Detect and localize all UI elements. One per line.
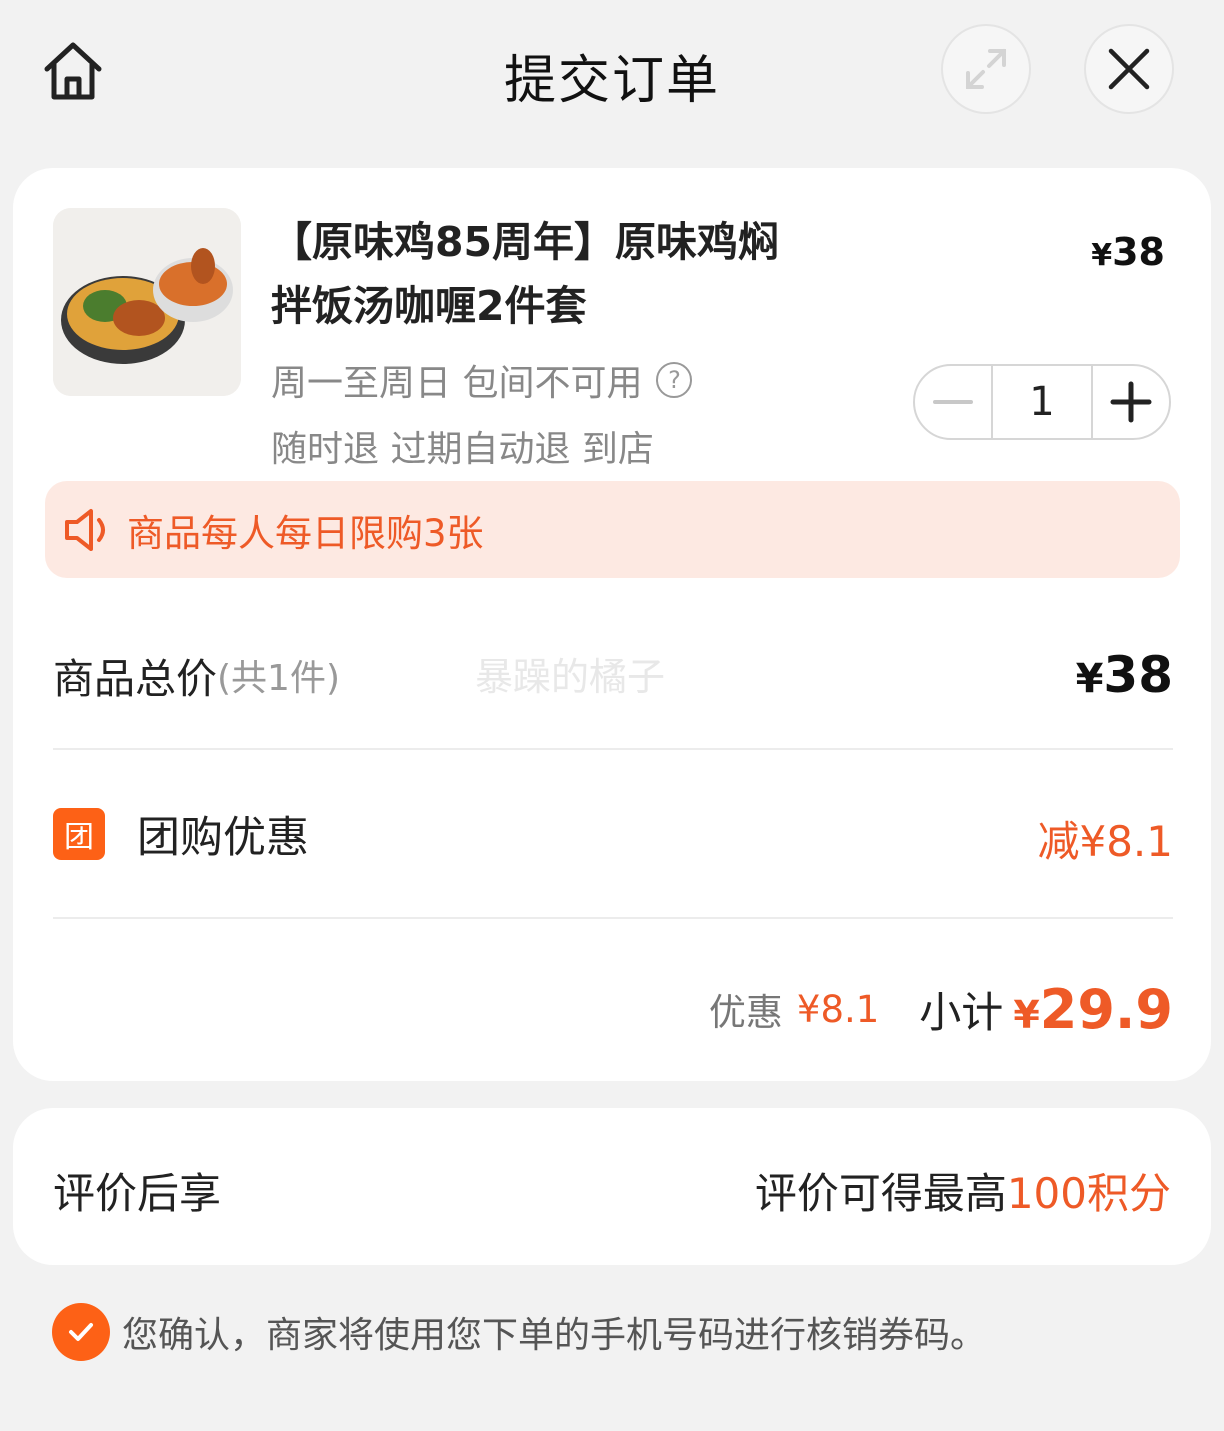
total-count: (共1件) (217, 658, 340, 699)
promo-label: 团购优惠 (137, 813, 309, 863)
subtotal-symbol: ¥ (1013, 992, 1040, 1037)
watermark: 暴躁的橘子 (475, 655, 666, 699)
total-label: 商品总价 (53, 655, 217, 703)
discount-label: 优惠 (708, 991, 783, 1034)
availability-info: 周一至周日 包间不可用 ? (271, 354, 693, 406)
review-reward-text: 评价可得最高 (754, 1169, 1007, 1218)
review-reward-card[interactable]: 评价后享 评价可得最高100积分 (13, 1108, 1211, 1265)
confirm-text: 您确认，商家将使用您下单的手机号码进行核销券码。 (122, 1315, 987, 1356)
total-symbol: ¥ (1075, 656, 1104, 702)
group-discount-row[interactable]: 团 团购优惠 减¥8.1 (53, 804, 1173, 866)
product-name-line1: 【原味鸡85周年】原味鸡焖 (271, 218, 780, 266)
help-icon[interactable]: ? (656, 362, 693, 398)
increase-button[interactable] (1093, 366, 1169, 438)
quantity-stepper: 1 (913, 364, 1171, 440)
subtotal-label: 小计 (919, 987, 1004, 1037)
divider (53, 917, 1173, 919)
speaker-icon (65, 508, 105, 551)
product-price: ¥38 (1091, 230, 1165, 274)
total-value: ¥38 (1076, 646, 1173, 704)
subtotal-row: 优惠 ¥8.1 小计 ¥29.9 (53, 974, 1173, 1044)
purchase-limit-notice: 商品每人每日限购3张 (45, 481, 1180, 578)
product-name-line2: 拌饭汤咖喱2件套 (271, 282, 587, 330)
order-card: 【原味鸡85周年】原味鸡焖 拌饭汤咖喱2件套 ¥38 周一至周日 包间不可用 ?… (13, 168, 1211, 1081)
subtotal-value: ¥29.9 (1013, 978, 1173, 1041)
review-reward: 评价可得最高100积分 (755, 1160, 1171, 1221)
expand-icon (966, 49, 1006, 89)
discount-value: ¥8.1 (796, 987, 880, 1031)
review-reward-points: 100积分 (1006, 1169, 1171, 1218)
promo-value: 减¥8.1 (1037, 817, 1173, 866)
total-amount: 38 (1103, 646, 1173, 704)
subtotal-amount: 29.9 (1039, 977, 1173, 1041)
product-name[interactable]: 【原味鸡85周年】原味鸡焖 拌饭汤咖喱2件套 (271, 210, 851, 338)
group-badge-icon: 团 (53, 808, 105, 860)
availability-text: 周一至周日 包间不可用 (271, 363, 643, 404)
divider (53, 748, 1173, 750)
product-price-value: 38 (1112, 230, 1165, 274)
decrease-button[interactable] (915, 366, 991, 438)
review-label: 评价后享 (53, 1169, 222, 1218)
plus-icon (1110, 381, 1152, 423)
close-button[interactable] (1084, 24, 1174, 114)
confirm-checkbox[interactable] (52, 1303, 110, 1361)
refund-policy: 随时退 过期自动退 到店 (271, 429, 654, 470)
product-price-symbol: ¥ (1091, 238, 1113, 273)
check-icon (69, 1323, 93, 1341)
page-title: 提交订单 (503, 51, 720, 111)
product-image (53, 208, 241, 396)
phone-confirm: 您确认，商家将使用您下单的手机号码进行核销券码。 (52, 1303, 986, 1361)
expand-button[interactable] (941, 24, 1031, 114)
notice-text: 商品每人每日限购3张 (127, 511, 484, 555)
close-icon (1108, 48, 1150, 90)
header: 提交订单 (0, 0, 1224, 145)
quantity-value[interactable]: 1 (991, 366, 1093, 438)
minus-icon (933, 400, 973, 404)
